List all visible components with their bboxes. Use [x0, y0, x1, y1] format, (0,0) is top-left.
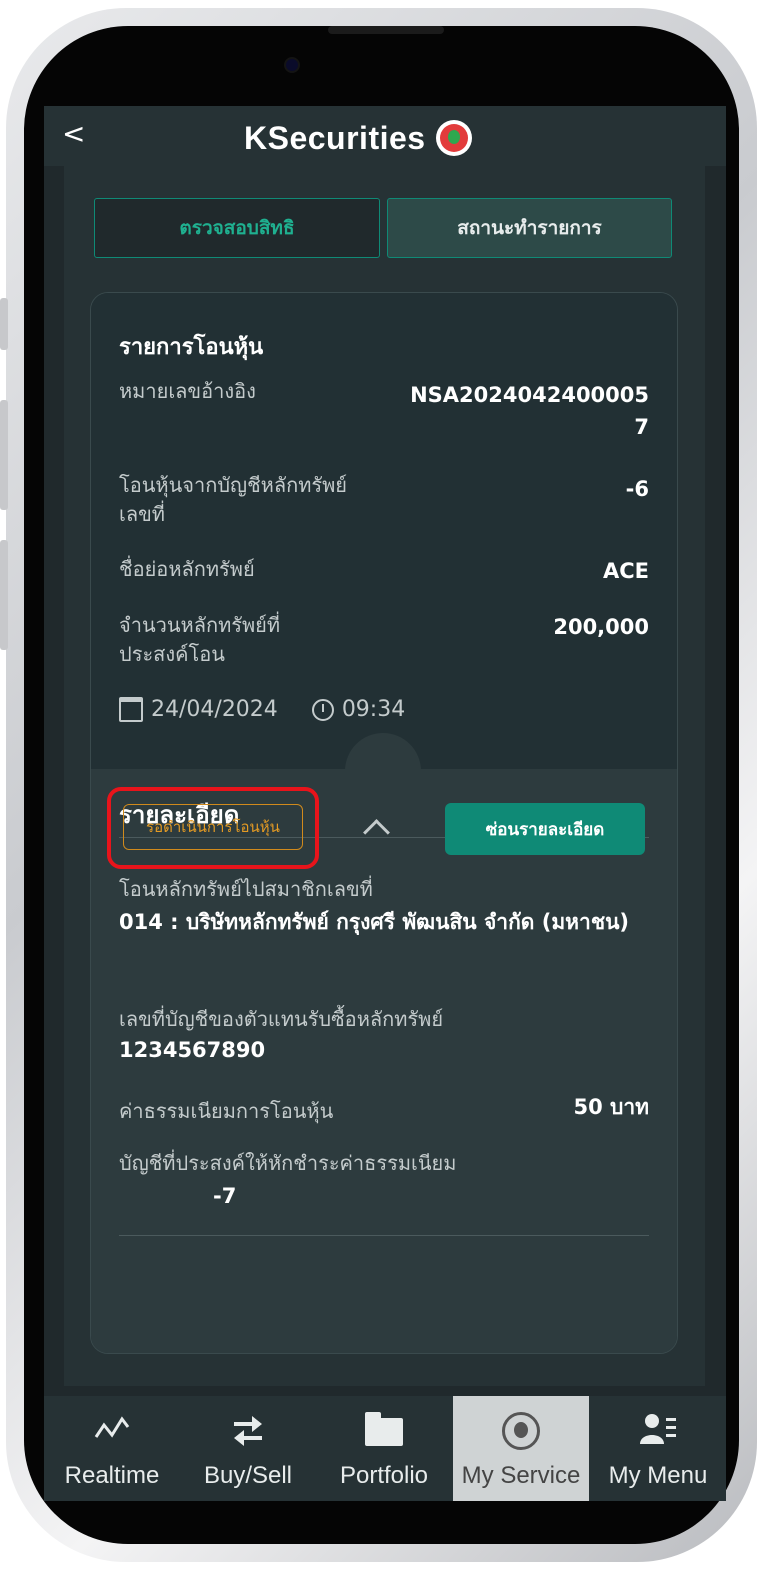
nav-label: Realtime: [64, 1462, 160, 1489]
bottom-navigation: Realtime Buy/Sell Portfolio My Service M…: [44, 1396, 726, 1501]
phone-side-button: [0, 298, 8, 350]
member-label: โอนหลักทรัพย์ไปสมาชิกเลขที่: [119, 877, 373, 901]
nav-my-menu[interactable]: My Menu: [590, 1396, 726, 1501]
phone-side-button: [0, 540, 8, 650]
agent-account-value: 1234567890: [119, 1038, 266, 1062]
nav-realtime[interactable]: Realtime: [44, 1396, 180, 1501]
phone-camera: [284, 57, 300, 73]
transfer-datetime: 24/04/2024 09:34: [119, 697, 405, 722]
main-content: ตรวจสอบสิทธิ สถานะทำรายการ รายการโอนหุ้น…: [64, 166, 705, 1386]
nav-label: My Service: [461, 1462, 581, 1489]
user-menu-icon: [590, 1412, 726, 1455]
phone-side-button: [0, 400, 8, 510]
back-button[interactable]: <: [62, 114, 85, 154]
realtime-chart-icon: [44, 1412, 180, 1452]
kbank-logo-icon: [453, 1412, 589, 1459]
tab-verify-rights[interactable]: ตรวจสอบสิทธิ: [94, 198, 380, 258]
symbol-value: ACE: [602, 559, 649, 583]
quantity-label: จำนวนหลักทรัพย์ที่ ประสงค์โอน: [119, 613, 281, 666]
buy-sell-arrows-icon: [180, 1412, 316, 1455]
status-badge: รอดำเนินการโอนหุ้น: [123, 804, 303, 850]
reference-value: NSA2024042400005 7: [410, 383, 649, 439]
fee-account-value: -7: [213, 1184, 237, 1208]
ksecurities-logo: KSecurities: [244, 116, 472, 160]
clock-icon: [311, 698, 334, 721]
status-highlight: รอดำเนินการโอนหุ้น: [107, 787, 319, 869]
fee-account-label: บัญชีที่ประสงค์ให้หักชำระค่าธรรมเนียม: [119, 1151, 457, 1175]
nav-label: My Menu: [608, 1462, 708, 1489]
kbank-leaf-icon: [435, 120, 472, 156]
symbol-label: ชื่อย่อหลักทรัพย์: [119, 557, 255, 581]
transfer-time: 09:34: [341, 697, 406, 722]
transfer-card: รายการโอนหุ้น หมายเลขอ้างอิง NSA20240424…: [90, 292, 678, 1354]
from-account-label: โอนหุ้นจากบัญชีหลักทรัพย์ เลขที่: [119, 473, 348, 526]
tab-transaction-status[interactable]: สถานะทำรายการ: [387, 198, 672, 258]
app-screen: < KSecurities ตรวจสอบสิทธิ สถานะทำรายการ…: [44, 106, 726, 1501]
nav-label: Portfolio: [339, 1462, 429, 1489]
nav-portfolio[interactable]: Portfolio: [316, 1396, 452, 1501]
calendar-icon: [119, 697, 143, 722]
transfer-date: 24/04/2024: [151, 697, 278, 722]
fee-label: ค่าธรรมเนียมการโอนหุ้น: [119, 1099, 334, 1123]
fee-value: 50 บาท: [573, 1095, 650, 1119]
transfer-summary: รายการโอนหุ้น หมายเลขอ้างอิง NSA20240424…: [91, 293, 677, 769]
quantity-value: 200,000: [553, 615, 649, 639]
folder-icon: [316, 1412, 452, 1455]
hide-details-button[interactable]: ซ่อนรายละเอียด: [445, 803, 645, 855]
nav-label: Buy/Sell: [203, 1462, 293, 1489]
app-header: < KSecurities: [44, 106, 726, 166]
member-value: 014 : บริษัทหลักทรัพย์ กรุงศรี พัฒนสิน จ…: [119, 910, 630, 934]
nav-buy-sell[interactable]: Buy/Sell: [180, 1396, 316, 1501]
reference-label: หมายเลขอ้างอิง: [119, 379, 256, 403]
nav-my-service[interactable]: My Service: [453, 1396, 589, 1501]
tab-bar: ตรวจสอบสิทธิ สถานะทำรายการ: [94, 198, 672, 258]
logo-text: KSecurities: [244, 119, 426, 156]
from-account-value: -6: [625, 477, 649, 501]
phone-speaker: [328, 26, 444, 34]
transfer-title: รายการโอนหุ้น: [119, 335, 264, 360]
footer-divider: [119, 1235, 649, 1236]
